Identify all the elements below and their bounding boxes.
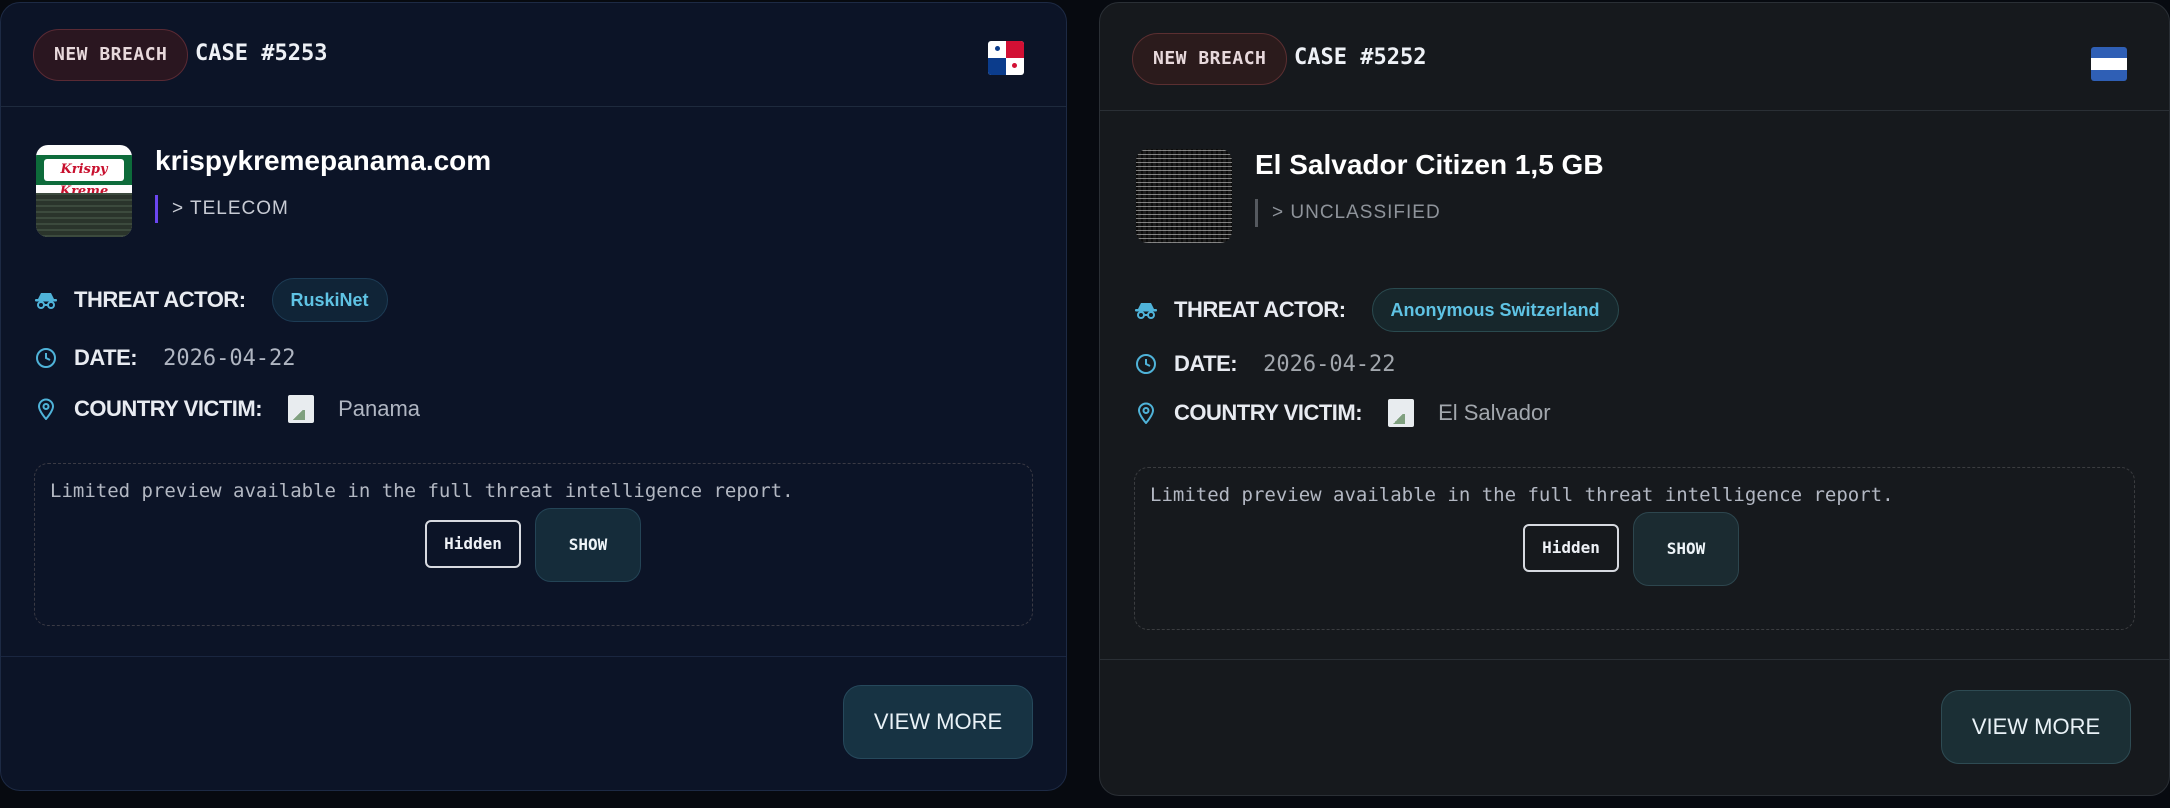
country-row: COUNTRY VICTIM: Panama: [34, 395, 420, 423]
map-pin-icon: [34, 397, 58, 421]
victim-thumbnail: Krispy Kreme: [36, 145, 132, 237]
map-pin-icon: [1134, 401, 1158, 425]
sector-label: > TELECOM: [155, 195, 289, 223]
date-label: DATE:: [1174, 351, 1238, 376]
spy-icon: [34, 288, 58, 312]
card-header: NEW BREACH CASE #5252: [1100, 3, 2169, 111]
case-number: CASE #5253: [195, 41, 328, 66]
broken-flag-image-icon: [288, 395, 315, 423]
country-label: COUNTRY VICTIM:: [74, 396, 263, 421]
victim-thumbnail: [1136, 149, 1232, 243]
card-footer: VIEW MORE: [1100, 659, 2169, 795]
country-value: Panama: [338, 396, 421, 421]
hidden-button[interactable]: Hidden: [1523, 524, 1619, 572]
country-row: COUNTRY VICTIM: El Salvador: [1134, 399, 1551, 427]
date-row: DATE: 2026-04-22: [34, 345, 296, 371]
hidden-button[interactable]: Hidden: [425, 520, 521, 568]
thumbnail-logo: Krispy Kreme: [44, 159, 124, 199]
threat-actor-label: THREAT ACTOR:: [74, 287, 246, 312]
threat-actor-row: THREAT ACTOR: Anonymous Switzerland: [1134, 288, 1619, 332]
view-more-button[interactable]: VIEW MORE: [843, 685, 1033, 759]
show-button[interactable]: SHOW: [1633, 512, 1739, 586]
show-button[interactable]: SHOW: [535, 508, 641, 582]
el-salvador-flag-icon: [2091, 47, 2127, 81]
preview-box: Limited preview available in the full th…: [34, 463, 1033, 626]
clock-icon: [1134, 352, 1158, 376]
broken-flag-image-icon: [1388, 399, 1415, 427]
threat-actor-pill[interactable]: Anonymous Switzerland: [1371, 288, 1619, 332]
date-label: DATE:: [74, 345, 138, 370]
preview-box: Limited preview available in the full th…: [1134, 467, 2135, 630]
threat-actor-label: THREAT ACTOR:: [1174, 297, 1346, 322]
victim-title: krispykremepanama.com: [155, 145, 492, 176]
date-value: 2026-04-22: [1263, 351, 1396, 377]
victim-title: El Salvador Citizen 1,5 GB: [1255, 149, 1604, 180]
spy-icon: [1134, 298, 1158, 322]
view-more-button[interactable]: VIEW MORE: [1941, 690, 2131, 764]
card-footer: VIEW MORE: [1, 656, 1066, 790]
new-breach-badge: NEW BREACH: [33, 29, 189, 81]
breach-card: NEW BREACH CASE #5252 El Salvador Citize…: [1099, 2, 2170, 796]
preview-text: Limited preview available in the full th…: [1150, 484, 1894, 506]
card-header: NEW BREACH CASE #5253: [1, 3, 1066, 107]
new-breach-badge: NEW BREACH: [1132, 33, 1288, 85]
clock-icon: [34, 346, 58, 370]
sector-label: > UNCLASSIFIED: [1255, 199, 1441, 227]
date-value: 2026-04-22: [163, 345, 296, 371]
date-row: DATE: 2026-04-22: [1134, 351, 1396, 377]
panama-flag-icon: [988, 41, 1024, 75]
threat-actor-row: THREAT ACTOR: RuskiNet: [34, 278, 388, 322]
country-value: El Salvador: [1438, 400, 1551, 425]
threat-actor-pill[interactable]: RuskiNet: [271, 278, 388, 322]
breach-card: NEW BREACH CASE #5253 Krispy Kreme krisp…: [0, 2, 1067, 791]
case-number: CASE #5252: [1294, 45, 1427, 70]
preview-text: Limited preview available in the full th…: [50, 480, 794, 502]
country-label: COUNTRY VICTIM:: [1174, 400, 1363, 425]
